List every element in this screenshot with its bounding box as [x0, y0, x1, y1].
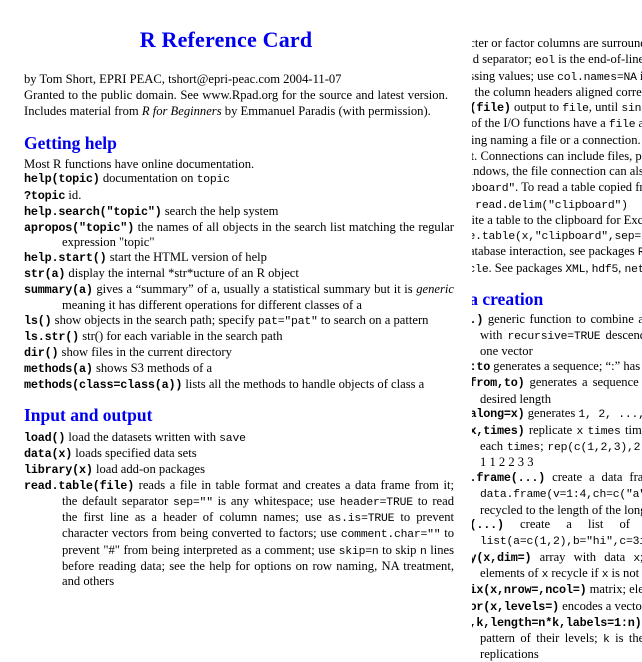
entry-data: data(x) loads specified data sets — [24, 445, 197, 461]
page-title: R Reference Card — [139, 27, 313, 52]
io-clipboard-read-code: x <- read.delim("clipboard") — [472, 199, 628, 212]
entry-load: load() load the datasets written with sa… — [24, 429, 246, 445]
section-heading-getting-help: Getting help — [24, 132, 117, 153]
entry-seq-from-to: seq(from,to) generates a sequence by= sp… — [472, 375, 642, 406]
entry-methods: methods(a) shows S3 methods of a — [24, 360, 213, 376]
column-two: character or factor columns are surround… — [472, 36, 642, 662]
io-paragraph-line-7: For database interaction, see packages R… — [472, 244, 642, 260]
entry-library: library(x) load add-on packages — [24, 461, 206, 477]
entry-apropos: apropos("topic") the names of all object… — [24, 219, 454, 250]
column-one: by Tom Short, EPRI PEAC, tshort@epri-pea… — [24, 72, 454, 589]
reference-card-page: R Reference Card by Tom Short, EPRI PEAC… — [0, 0, 642, 662]
io-paragraph-line-8: ROracle. See packages XML, hdf5, netCDF … — [472, 260, 642, 276]
entry-sink: sink(file) output to file, until sink() — [472, 99, 642, 115]
entry-factor: factor(x,levels=) encodes a vector x as … — [472, 598, 642, 614]
io-paragraph-line-6: To write a table to the clipboard for Ex… — [472, 213, 642, 228]
entry-from-to: from:to generates a sequence; “:” has op… — [472, 359, 642, 375]
io-continued-line-1: character or factor columns are surround… — [472, 36, 642, 50]
entry-array: array(x,dim=) array with data x; specify… — [472, 549, 642, 581]
entry-gl: gl(n,k,length=n*k,labels=1:n) generate l… — [472, 616, 642, 662]
io-clipboard-write-code: write.table(x,"clipboard",sep="\t",col.n… — [472, 230, 642, 243]
io-paragraph-line-2: ter string naming a file or a connection… — [472, 132, 641, 147]
entry-ls-str: ls.str() str() for each variable in the … — [24, 328, 283, 344]
io-continued-line-2: field separator; eol is the end-of-line … — [472, 52, 642, 68]
io-paragraph-line-1: Most of the I/O functions have a file ar… — [472, 116, 642, 132]
license-note: Granted to the public domain. See www.Rp… — [24, 87, 448, 118]
io-paragraph-line-5: "clipboard". To read a table copied from… — [472, 180, 642, 196]
io-paragraph-line-4: On windows, the file connection can also… — [472, 163, 642, 178]
entry-dir: dir() show files in the current director… — [24, 344, 232, 360]
entry-read-table: read.table(file) reads a file in table f… — [24, 477, 454, 588]
entry-question-topic: ?topic id. — [24, 187, 82, 203]
getting-help-intro: Most R functions have online documentati… — [24, 156, 255, 171]
entry-methods-class: methods(class=class(a)) lists all the me… — [24, 376, 425, 392]
entry-help-start: help.start() start the HTML version of h… — [24, 250, 267, 266]
entry-matrix: matrix(x,nrow=,ncol=) matrix; elements o… — [472, 582, 642, 598]
entry-str: str(a) display the internal *str*ucture … — [24, 266, 299, 282]
section-heading-data-creation: Data creation — [472, 289, 544, 310]
section-heading-input-and-output: Input and output — [24, 405, 153, 426]
entry-help-topic: help(topic) documentation on topic — [24, 171, 230, 187]
io-continued-line-3: missing values; use col.names=NA if the … — [472, 68, 642, 84]
entry-seq-along: seq(along=x) generates 1, 2, ..., length… — [472, 406, 642, 422]
entry-list: list(...) create a list of the named or … — [472, 517, 642, 549]
entry-help-search: help.search("topic") search the help sys… — [24, 203, 279, 219]
io-paragraph-line-3: output. Connections can include files, p… — [472, 149, 642, 164]
byline: by Tom Short, EPRI PEAC, tshort@epri-pea… — [24, 72, 342, 86]
entry-c: c(...) generic function to combine argum… — [472, 312, 642, 359]
io-continued-line-4: get the column headers aligned correctly… — [472, 85, 642, 100]
entry-rep: rep(x,times) replicate x times times; us… — [472, 422, 642, 470]
entry-summary: summary(a) gives a “summary” of a, usual… — [24, 281, 454, 312]
entry-data-frame: data.frame(...) create a data frame of t… — [472, 470, 642, 517]
entry-ls: ls() show objects in the search path; sp… — [24, 312, 429, 328]
